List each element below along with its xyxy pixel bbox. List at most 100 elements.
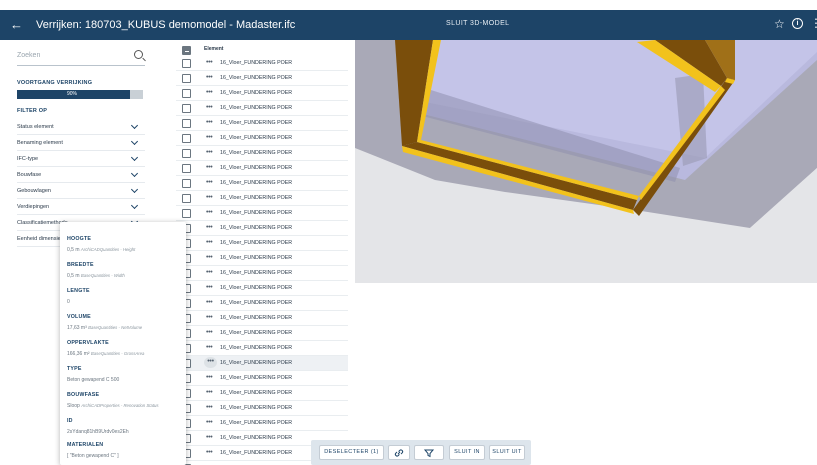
chevron-down-icon[interactable] [130,121,139,130]
search-icon[interactable] [134,50,143,59]
list-item[interactable]: •••16_Vloer_FUNDERING POER [176,101,348,116]
link-button[interactable] [388,445,410,460]
element-name: 16_Vloer_FUNDERING POER [220,90,293,96]
filter-row[interactable]: Bouwfase [17,167,145,183]
collapse-button[interactable]: SLUIT IN [449,445,485,460]
row-more-icon[interactable]: ••• [206,134,213,141]
property-value: Sloop ArchiCADProperties - Renovation St… [67,403,185,409]
list-item[interactable]: •••16_Vloer_FUNDERING POER [176,416,348,431]
chevron-down-icon[interactable] [130,169,139,178]
list-item[interactable]: •••16_Vloer_FUNDERING POER [176,116,348,131]
row-more-icon[interactable]: ••• [206,224,213,231]
list-item[interactable]: •••16_Vloer_FUNDERING POER [176,266,348,281]
row-checkbox[interactable] [182,74,191,83]
row-more-icon[interactable]: ••• [206,149,213,156]
row-checkbox[interactable] [182,119,191,128]
row-checkbox[interactable] [182,164,191,173]
list-item[interactable]: •••16_Vloer_FUNDERING POER [176,146,348,161]
element-name: 16_Vloer_FUNDERING POER [220,135,293,141]
deselect-button[interactable]: DESELECTEER (1) [319,445,384,460]
filter-row[interactable]: IFC-type [17,151,145,167]
row-more-icon[interactable]: ••• [204,357,217,368]
row-more-icon[interactable]: ••• [206,119,213,126]
row-more-icon[interactable]: ••• [206,284,213,291]
list-item[interactable]: •••16_Vloer_FUNDERING POER [176,371,348,386]
filter-row[interactable]: Benaming element [17,135,145,151]
list-item[interactable]: •••16_Vloer_FUNDERING POER [176,386,348,401]
filter-row[interactable]: Gebouwlagen [17,183,145,199]
row-checkbox[interactable] [182,134,191,143]
filter-row-label: IFC-type [17,156,39,162]
row-more-icon[interactable]: ••• [206,404,213,411]
row-checkbox[interactable] [182,149,191,158]
row-checkbox[interactable] [182,194,191,203]
row-more-icon[interactable]: ••• [206,329,213,336]
row-more-icon[interactable]: ••• [206,89,213,96]
model-viewport-3d[interactable] [355,40,817,283]
filter-row[interactable]: Verdiepingen [17,199,145,215]
list-item[interactable]: •••16_Vloer_FUNDERING POER [176,356,348,371]
select-all-checkbox[interactable] [182,46,191,55]
element-name: 16_Vloer_FUNDERING POER [220,255,293,261]
back-arrow-icon[interactable]: ← [10,16,23,34]
close-3d-model-button[interactable]: SLUIT 3D-MODEL [446,20,509,27]
row-more-icon[interactable]: ••• [206,389,213,396]
search-input[interactable]: Zoeken [17,52,40,59]
row-more-icon[interactable]: ••• [206,164,213,171]
row-checkbox[interactable] [182,179,191,188]
list-item[interactable]: •••16_Vloer_FUNDERING POER [176,221,348,236]
row-more-icon[interactable]: ••• [206,59,213,66]
star-icon[interactable]: ☆ [774,17,785,31]
list-item[interactable]: •••16_Vloer_FUNDERING POER [176,296,348,311]
link-icon [394,449,404,457]
more-icon[interactable]: ⋮ [810,16,817,30]
chevron-down-icon[interactable] [130,185,139,194]
row-more-icon[interactable]: ••• [206,254,213,261]
row-more-icon[interactable]: ••• [206,194,213,201]
filter-button[interactable] [414,445,444,460]
expand-button[interactable]: SLUIT UIT [489,445,525,460]
list-item[interactable]: •••16_Vloer_FUNDERING POER [176,311,348,326]
property-key: LENGTE [67,288,90,294]
list-item[interactable]: •••16_Vloer_FUNDERING POER [176,71,348,86]
row-more-icon[interactable]: ••• [206,269,213,276]
property-source: BaseQuantities - Width [80,273,125,278]
list-item[interactable]: •••16_Vloer_FUNDERING POER [176,206,348,221]
list-item[interactable]: •••16_Vloer_FUNDERING POER [176,191,348,206]
chevron-down-icon[interactable] [130,201,139,210]
list-item[interactable]: ••• 16_Vloer_FUNDERING POER [176,86,348,101]
element-name: 16_Vloer_FUNDERING POER [220,435,293,441]
row-checkbox[interactable] [182,59,191,68]
row-more-icon[interactable]: ••• [206,314,213,321]
list-item[interactable]: •••16_Vloer_FUNDERING POER [176,161,348,176]
chevron-down-icon[interactable] [130,153,139,162]
row-checkbox[interactable] [182,209,191,218]
chevron-down-icon[interactable] [130,137,139,146]
list-item[interactable]: ••• 16_Vloer_FUNDERING POER [176,131,348,146]
row-more-icon[interactable]: ••• [206,74,213,81]
row-more-icon[interactable]: ••• [206,299,213,306]
search-field[interactable]: Zoeken [17,48,145,66]
row-more-icon[interactable]: ••• [206,419,213,426]
row-more-icon[interactable]: ••• [206,374,213,381]
list-item[interactable]: ••• 16_Vloer_FUNDERING POER [176,251,348,266]
list-item[interactable]: •••16_Vloer_FUNDERING POER [176,56,348,71]
info-icon[interactable]: i [792,18,803,29]
list-item[interactable]: •••16_Vloer_FUNDERING POER [176,281,348,296]
row-more-icon[interactable]: ••• [206,209,213,216]
row-more-icon[interactable]: ••• [206,179,213,186]
row-more-icon[interactable]: ••• [206,104,213,111]
list-item[interactable]: •••16_Vloer_FUNDERING POER [176,236,348,251]
row-more-icon[interactable]: ••• [206,449,213,456]
row-more-icon[interactable]: ••• [206,344,213,351]
row-checkbox[interactable] [182,104,191,113]
list-item[interactable]: •••16_Vloer_FUNDERING POER [176,326,348,341]
list-item[interactable]: •••16_Vloer_FUNDERING POER [176,341,348,356]
row-checkbox[interactable] [182,89,191,98]
filter-row[interactable]: Status element [17,119,145,135]
list-item[interactable]: •••16_Vloer_FUNDERING POER [176,176,348,191]
row-more-icon[interactable]: ••• [206,239,213,246]
property-value-text: 2sYdanq81hB9Urdv0es2Eh [67,429,129,435]
list-item[interactable]: •••16_Vloer_FUNDERING POER [176,401,348,416]
row-more-icon[interactable]: ••• [206,434,213,441]
